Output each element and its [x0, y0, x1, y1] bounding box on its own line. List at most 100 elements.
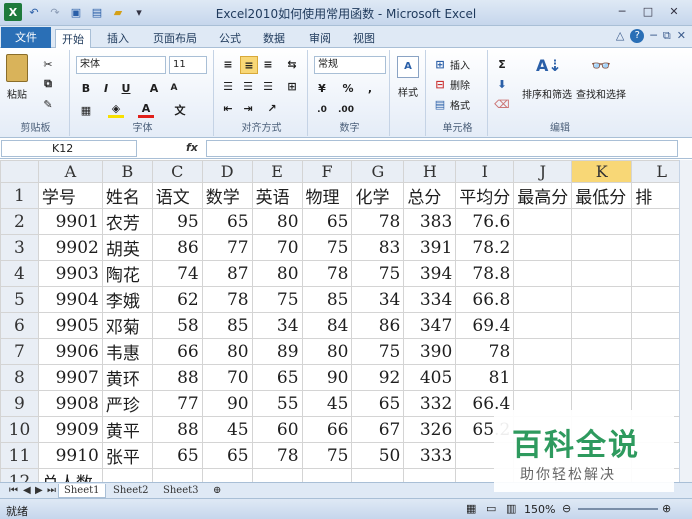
find-select-button[interactable]: 👓 查找和选择	[576, 56, 626, 101]
fill-color-icon[interactable]: ◈	[108, 102, 124, 118]
tab-data[interactable]: 数据	[257, 29, 291, 48]
autosum-button[interactable]: Σ	[494, 56, 510, 72]
cell-d11[interactable]: 65	[201, 442, 253, 469]
cell-g2[interactable]: 78	[351, 208, 405, 235]
cell-f3[interactable]: 75	[301, 234, 353, 261]
cell-h5[interactable]: 334	[403, 286, 457, 313]
cell-e4[interactable]: 80	[251, 260, 303, 287]
cell-d3[interactable]: 77	[201, 234, 253, 261]
row-header[interactable]: 9	[0, 390, 39, 417]
cell-j7[interactable]	[513, 338, 573, 365]
cell-g6[interactable]: 86	[351, 312, 405, 339]
cell-b2[interactable]: 农芳	[101, 208, 153, 235]
cell-g3[interactable]: 83	[351, 234, 405, 261]
align-bottom-icon[interactable]: ≡	[260, 56, 276, 72]
sheet-tab-3[interactable]: Sheet3	[158, 484, 204, 498]
cell-c10[interactable]: 88	[151, 416, 203, 443]
format-painter-icon[interactable]: ✎	[40, 96, 56, 112]
cell-a6[interactable]: 9905	[37, 312, 103, 339]
cell-h12[interactable]	[403, 468, 457, 482]
cell-f10[interactable]: 66	[301, 416, 353, 443]
row-header[interactable]: 2	[0, 208, 39, 235]
border-icon[interactable]: ▦	[78, 102, 94, 118]
cell-j8[interactable]	[513, 364, 573, 391]
cell-i3[interactable]: 78.2	[455, 234, 515, 261]
cell-a1[interactable]: 学号	[37, 182, 103, 209]
align-middle-icon[interactable]: ≡	[240, 56, 258, 74]
cell-c7[interactable]: 66	[151, 338, 203, 365]
cell-e6[interactable]: 34	[251, 312, 303, 339]
decrease-decimal-icon[interactable]: .00	[338, 102, 354, 118]
cell-d5[interactable]: 78	[201, 286, 253, 313]
workbook-restore-icon[interactable]: ⧉	[663, 29, 671, 43]
font-size-select[interactable]: 11	[169, 56, 207, 74]
cell-i6[interactable]: 69.4	[455, 312, 515, 339]
increase-decimal-icon[interactable]: .0	[314, 102, 330, 118]
cell-j1[interactable]: 最高分	[513, 182, 573, 209]
cell-h9[interactable]: 332	[403, 390, 457, 417]
cell-e12[interactable]	[251, 468, 303, 482]
cell-h4[interactable]: 394	[403, 260, 457, 287]
cell-g12[interactable]	[351, 468, 405, 482]
cell-k4[interactable]	[571, 260, 633, 287]
cell-g9[interactable]: 65	[351, 390, 405, 417]
cell-i2[interactable]: 76.6	[455, 208, 515, 235]
merge-center-icon[interactable]: ⊞	[284, 78, 300, 94]
align-center-icon[interactable]: ☰	[240, 78, 256, 94]
number-format-select[interactable]: 常规	[314, 56, 386, 74]
cell-b12[interactable]	[101, 468, 153, 482]
cell-b8[interactable]: 黄环	[101, 364, 153, 391]
cell-e10[interactable]: 60	[251, 416, 303, 443]
cell-d9[interactable]: 90	[201, 390, 253, 417]
align-left-icon[interactable]: ☰	[220, 78, 236, 94]
zoom-in-icon[interactable]: ⊕	[662, 502, 671, 515]
cell-b11[interactable]: 张平	[101, 442, 153, 469]
insert-cells-button[interactable]: ⊞ 插入	[432, 56, 470, 72]
format-cells-button[interactable]: ▤ 格式	[432, 96, 470, 112]
row-header[interactable]: 7	[0, 338, 39, 365]
cell-h11[interactable]: 333	[403, 442, 457, 469]
cell-h10[interactable]: 326	[403, 416, 457, 443]
cell-h7[interactable]: 390	[403, 338, 457, 365]
cell-i7[interactable]: 78	[455, 338, 515, 365]
cell-g4[interactable]: 75	[351, 260, 405, 287]
increase-font-icon[interactable]: A	[146, 80, 162, 96]
cell-c5[interactable]: 62	[151, 286, 203, 313]
maximize-button[interactable]: □	[636, 3, 660, 21]
cell-c2[interactable]: 95	[151, 208, 203, 235]
cell-f2[interactable]: 65	[301, 208, 353, 235]
cell-f7[interactable]: 80	[301, 338, 353, 365]
cell-k6[interactable]	[571, 312, 633, 339]
cell-e5[interactable]: 75	[251, 286, 303, 313]
cell-d12[interactable]	[201, 468, 253, 482]
cell-a11[interactable]: 9910	[37, 442, 103, 469]
minimize-ribbon-icon[interactable]: △	[616, 29, 624, 43]
cell-k3[interactable]	[571, 234, 633, 261]
cell-j3[interactable]	[513, 234, 573, 261]
cell-k7[interactable]	[571, 338, 633, 365]
page-layout-view-icon[interactable]: ▭	[486, 502, 496, 515]
row-header[interactable]: 3	[0, 234, 39, 261]
cell-c4[interactable]: 74	[151, 260, 203, 287]
row-header[interactable]: 5	[0, 286, 39, 313]
select-all-corner[interactable]	[0, 160, 39, 183]
cell-k1[interactable]: 最低分	[571, 182, 633, 209]
cell-b1[interactable]: 姓名	[101, 182, 153, 209]
cell-d7[interactable]: 80	[201, 338, 253, 365]
tab-home[interactable]: 开始	[55, 29, 91, 48]
cell-j4[interactable]	[513, 260, 573, 287]
cut-icon[interactable]: ✂	[40, 56, 56, 72]
sort-filter-button[interactable]: A⇣ 排序和筛选	[522, 56, 572, 101]
row-header[interactable]: 6	[0, 312, 39, 339]
cell-g5[interactable]: 34	[351, 286, 405, 313]
cell-e3[interactable]: 70	[251, 234, 303, 261]
cell-f9[interactable]: 45	[301, 390, 353, 417]
align-top-icon[interactable]: ≡	[220, 56, 236, 72]
column-header-i[interactable]: I	[455, 160, 515, 183]
cell-d2[interactable]: 65	[201, 208, 253, 235]
column-header-a[interactable]: A	[37, 160, 103, 183]
cell-b7[interactable]: 韦惠	[101, 338, 153, 365]
cell-a3[interactable]: 9902	[37, 234, 103, 261]
cell-a10[interactable]: 9909	[37, 416, 103, 443]
cell-e11[interactable]: 78	[251, 442, 303, 469]
